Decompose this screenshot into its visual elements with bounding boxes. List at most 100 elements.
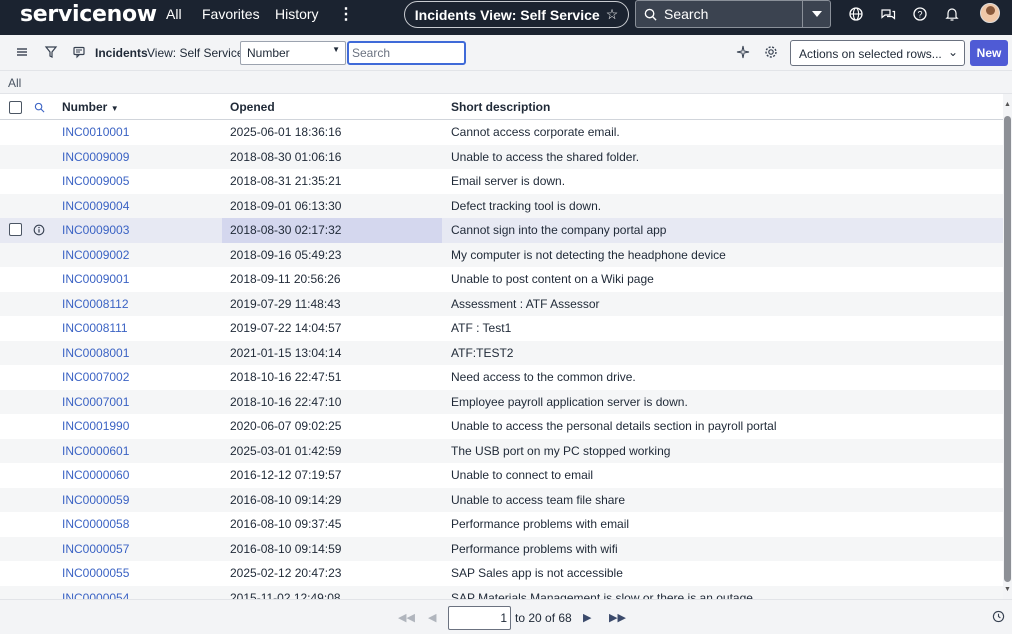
opened-cell[interactable]: 2018-08-30 01:06:16 [230, 150, 341, 164]
incident-number-link[interactable]: INC0008001 [62, 346, 129, 360]
incident-number-link[interactable]: INC0009002 [62, 248, 129, 262]
short-description-cell[interactable]: Unable to post content on a Wiki page [451, 272, 654, 286]
opened-cell[interactable]: 2018-09-11 20:56:26 [230, 272, 341, 286]
list-search-input[interactable] [347, 41, 466, 65]
nav-history[interactable]: History [275, 6, 319, 22]
table-scrollbar[interactable]: ▲ ▼ [1003, 94, 1012, 599]
opened-cell[interactable]: 2015-11-02 12:49:08 [230, 591, 341, 600]
sparkle-icon[interactable] [735, 44, 751, 60]
short-description-cell[interactable]: ATF:TEST2 [451, 346, 513, 360]
opened-cell[interactable]: 2021-01-15 13:04:14 [230, 346, 341, 360]
incident-number-link[interactable]: INC0000060 [62, 468, 129, 482]
short-description-cell[interactable]: Defect tracking tool is down. [451, 199, 601, 213]
user-avatar[interactable] [980, 3, 1000, 23]
incident-number-link[interactable]: INC0008112 [62, 297, 129, 311]
new-button[interactable]: New [970, 40, 1008, 66]
gear-icon[interactable] [763, 44, 779, 60]
incident-number-link[interactable]: INC0000601 [62, 444, 129, 458]
short-description-cell[interactable]: Need access to the common drive. [451, 370, 636, 384]
table-row[interactable]: INC0009002 2018-09-16 05:49:23 My computer… [0, 242, 1003, 267]
incident-number-link[interactable]: INC0007002 [62, 370, 129, 384]
table-row[interactable]: INC0000054 2015-11-02 12:49:08 SAP Materia… [0, 585, 1003, 600]
short-description-cell[interactable]: Performance problems with wifi [451, 542, 618, 556]
opened-cell[interactable]: 2019-07-22 14:04:57 [230, 321, 341, 335]
table-row[interactable]: INC0007002 2018-10-16 22:47:51 Need access… [0, 365, 1003, 390]
table-row[interactable]: INC0010001 2025-06-01 18:36:16 Cannot acce… [0, 120, 1003, 145]
table-row[interactable]: INC0000601 2025-03-01 01:42:59 The USB por… [0, 438, 1003, 463]
opened-cell[interactable]: 2018-10-16 22:47:10 [230, 395, 341, 409]
chat-icon[interactable] [880, 6, 896, 22]
opened-cell[interactable]: 2018-09-16 05:49:23 [230, 248, 341, 262]
opened-cell[interactable]: 2025-03-01 01:42:59 [230, 444, 341, 458]
hamburger-menu-icon[interactable] [14, 44, 30, 60]
opened-cell[interactable]: 2016-08-10 09:14:59 [230, 542, 341, 556]
actions-on-selected-rows-select[interactable]: Actions on selected rows... ⌄ [790, 40, 965, 66]
scrollbar-thumb[interactable] [1004, 116, 1011, 582]
breadcrumb-all[interactable]: All [8, 76, 21, 90]
table-row[interactable]: INC0000055 2025-02-12 20:47:23 SAP Sales a… [0, 561, 1003, 586]
opened-cell[interactable]: 2025-02-12 20:47:23 [230, 566, 341, 580]
opened-cell[interactable]: 2018-10-16 22:47:51 [230, 370, 341, 384]
app-title-pill[interactable]: Incidents View: Self Service ☆ [404, 1, 629, 28]
short-description-cell[interactable]: Email server is down. [451, 174, 565, 188]
chevron-down-icon[interactable] [802, 1, 830, 27]
search-field-select[interactable]: Number ▼ [240, 41, 346, 65]
incident-number-link[interactable]: INC0000057 [62, 542, 129, 556]
incident-number-link[interactable]: INC0007001 [62, 395, 129, 409]
short-description-cell[interactable]: Unable to connect to email [451, 468, 593, 482]
globe-icon[interactable] [848, 6, 864, 22]
incident-number-link[interactable]: INC0008111 [62, 321, 128, 335]
incident-number-link[interactable]: INC0000055 [62, 566, 129, 580]
short-description-cell[interactable]: Unable to access team file share [451, 493, 625, 507]
short-description-cell[interactable]: Performance problems with email [451, 517, 629, 531]
short-description-cell[interactable]: Cannot access corporate email. [451, 125, 620, 139]
opened-cell[interactable]: 2018-08-30 02:17:32 [230, 223, 341, 237]
bell-icon[interactable] [944, 6, 960, 22]
incident-number-link[interactable]: INC0009001 [62, 272, 129, 286]
table-row[interactable]: INC0000057 2016-08-10 09:14:59 Performance… [0, 536, 1003, 561]
servicenow-logo[interactable]: servicenow [20, 2, 157, 27]
clock-icon[interactable] [992, 610, 1005, 623]
previous-page-icon[interactable]: ◀ [428, 611, 436, 624]
table-row[interactable]: INC0008001 2021-01-15 13:04:14 ATF:TEST2 [0, 340, 1003, 365]
info-icon[interactable] [33, 224, 45, 236]
star-icon[interactable]: ☆ [606, 6, 619, 23]
column-header-short-description[interactable]: Short description [451, 100, 550, 114]
opened-cell[interactable]: 2020-06-07 09:02:25 [230, 419, 341, 433]
row-checkbox[interactable] [9, 223, 22, 236]
opened-cell[interactable]: 2018-09-01 06:13:30 [230, 199, 341, 213]
table-row[interactable]: INC0009009 2018-08-30 01:06:16 Unable to a… [0, 144, 1003, 169]
table-row[interactable]: INC0000060 2016-12-12 07:19:57 Unable to c… [0, 463, 1003, 488]
table-row[interactable]: INC0008111 2019-07-22 14:04:57 ATF : Test1 [0, 316, 1003, 341]
list-comment-icon[interactable] [71, 44, 87, 60]
table-row[interactable]: INC0008112 2019-07-29 11:48:43 Assessment … [0, 291, 1003, 316]
short-description-cell[interactable]: ATF : Test1 [451, 321, 511, 335]
short-description-cell[interactable]: The USB port on my PC stopped working [451, 444, 670, 458]
table-row[interactable]: INC0009003 2018-08-30 02:17:32 Cannot sign… [0, 218, 1003, 243]
table-row[interactable]: INC0007001 2018-10-16 22:47:10 Employee pa… [0, 389, 1003, 414]
scroll-up-icon[interactable]: ▲ [1004, 101, 1011, 108]
last-page-icon[interactable]: ▶▶ [609, 611, 626, 624]
help-icon[interactable]: ? [912, 6, 928, 22]
opened-cell[interactable]: 2025-06-01 18:36:16 [230, 125, 341, 139]
incident-number-link[interactable]: INC0009004 [62, 199, 129, 213]
short-description-cell[interactable]: Unable to access the personal details se… [451, 419, 777, 433]
table-row[interactable]: INC0009005 2018-08-31 21:35:21 Email serve… [0, 169, 1003, 194]
nav-favorites[interactable]: Favorites [202, 6, 260, 22]
more-menu-icon[interactable]: ⋮ [338, 4, 354, 24]
short-description-cell[interactable]: Assessment : ATF Assessor [451, 297, 600, 311]
opened-cell[interactable]: 2016-08-10 09:37:45 [230, 517, 341, 531]
select-all-checkbox[interactable] [9, 101, 22, 114]
column-header-opened[interactable]: Opened [230, 100, 275, 114]
global-search-box[interactable]: Search [635, 0, 831, 28]
incident-number-link[interactable]: INC0009003 [62, 223, 129, 237]
scroll-down-icon[interactable]: ▼ [1004, 586, 1011, 593]
table-row[interactable]: INC0001990 2020-06-07 09:02:25 Unable to a… [0, 414, 1003, 439]
opened-cell[interactable]: 2019-07-29 11:48:43 [230, 297, 341, 311]
short-description-cell[interactable]: SAP Materials Management is slow or ther… [451, 591, 753, 600]
table-row[interactable]: INC0000058 2016-08-10 09:37:45 Performance… [0, 512, 1003, 537]
incident-number-link[interactable]: INC0009009 [62, 150, 129, 164]
incident-number-link[interactable]: INC0000059 [62, 493, 129, 507]
first-page-icon[interactable]: ◀◀ [398, 611, 415, 624]
incident-number-link[interactable]: INC0001990 [62, 419, 129, 433]
